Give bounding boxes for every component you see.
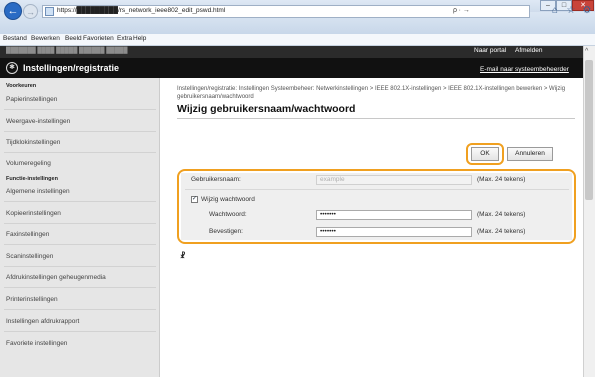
header-bar: ✱ Instellingen/registratie E-mail naar s… <box>0 58 583 78</box>
sidebar-item-memory-media[interactable]: Afdrukinstellingen geheugenmedia <box>6 274 106 281</box>
sidebar-item-clock[interactable]: Tijdklokinstellingen <box>6 139 60 146</box>
confirm-max-note: (Max. 24 tekens) <box>477 228 526 235</box>
home-icon[interactable]: ⌂ <box>550 6 560 16</box>
logout-link[interactable]: Afmelden <box>515 47 542 54</box>
password-input[interactable]: ••••••• <box>316 210 472 220</box>
breadcrumb: Instellingen/registratie: Instellingen S… <box>177 86 566 100</box>
username-label: Gebruikersnaam: <box>191 176 241 183</box>
sidebar-divider <box>4 331 156 332</box>
page-icon <box>45 7 54 16</box>
sidebar-divider <box>4 287 156 288</box>
menu-help[interactable]: Help <box>133 35 146 42</box>
address-bar[interactable]: https://█████████/rs_network_ieee802_edi… <box>42 5 530 18</box>
footnote-marker: ☧ <box>180 253 186 260</box>
page-title: Wijzig gebruikersnaam/wachtwoord <box>177 103 356 115</box>
sidebar-divider <box>4 266 156 267</box>
sidebar-item-paper[interactable]: Papierinstellingen <box>6 96 57 103</box>
confirm-label: Bevestigen: <box>209 228 243 235</box>
sidebar-divider <box>4 223 156 224</box>
portal-link[interactable]: Naar portal <box>474 47 506 54</box>
password-max-note: (Max. 24 tekens) <box>477 211 526 218</box>
sidebar-item-printer[interactable]: Printerinstellingen <box>6 296 58 303</box>
cancel-button[interactable]: Annuleren <box>507 147 553 161</box>
back-icon[interactable]: ← <box>4 2 22 20</box>
app-title: Instellingen/registratie <box>23 63 120 73</box>
email-admin-link[interactable]: E-mail naar systeembeheerder <box>480 66 569 73</box>
star-icon[interactable]: ☆ <box>566 6 576 16</box>
url-text[interactable]: https://█████████/rs_network_ieee802_edi… <box>57 7 225 14</box>
device-name: ███████ ████ █████ ██████ █████ <box>6 48 128 54</box>
sidebar-divider <box>4 152 156 153</box>
sidebar-divider <box>4 131 156 132</box>
change-password-checkbox[interactable]: ✓ <box>191 196 198 203</box>
sidebar-divider <box>4 109 156 110</box>
sidebar-item-report[interactable]: Instellingen afdrukrapport <box>6 318 79 325</box>
sidebar-heading-preferences: Voorkeuren <box>6 83 37 89</box>
scroll-up-icon[interactable]: ^ <box>585 48 588 55</box>
menu-file[interactable]: Bestand <box>3 35 27 42</box>
forward-icon[interactable]: → <box>23 4 38 19</box>
menu-edit[interactable]: Bewerken <box>31 35 60 42</box>
sidebar-divider <box>4 309 156 310</box>
change-password-label: Wijzig wachtwoord <box>201 196 255 203</box>
sidebar-heading-functions: Functie-instellingen <box>6 176 58 182</box>
header-topbar: ███████ ████ █████ ██████ █████ Naar por… <box>0 46 583 58</box>
sidebar-item-scan[interactable]: Scaninstellingen <box>6 253 53 260</box>
search-refresh-icons[interactable]: ρ ∙ → <box>453 7 470 14</box>
username-max-note: (Max. 24 tekens) <box>477 176 526 183</box>
title-divider <box>177 118 575 119</box>
sidebar-item-general[interactable]: Algemene instellingen <box>6 188 70 195</box>
ok-button[interactable]: OK <box>471 147 499 161</box>
sidebar-item-volume[interactable]: Volumeregeling <box>6 160 51 167</box>
sidebar-item-fax[interactable]: Faxinstellingen <box>6 231 49 238</box>
menu-favorites[interactable]: Favorieten <box>83 35 114 42</box>
username-input[interactable]: example <box>316 175 472 185</box>
settings-icon: ✱ <box>6 62 18 74</box>
sidebar-item-copy[interactable]: Kopieerinstellingen <box>6 210 61 217</box>
password-label: Wachtwoord: <box>209 211 247 218</box>
menu-view[interactable]: Beeld <box>65 35 82 42</box>
sidebar-divider <box>4 201 156 202</box>
sidebar-item-favorites[interactable]: Favoriete instellingen <box>6 340 67 347</box>
confirm-password-input[interactable]: ••••••• <box>316 227 472 237</box>
menu-extra[interactable]: Extra <box>117 35 132 42</box>
gear-icon[interactable]: ⚙ <box>582 6 592 16</box>
form-divider <box>185 189 569 190</box>
sidebar-item-display[interactable]: Weergave-instellingen <box>6 118 70 125</box>
sidebar-divider <box>4 244 156 245</box>
scroll-thumb[interactable] <box>585 60 593 200</box>
